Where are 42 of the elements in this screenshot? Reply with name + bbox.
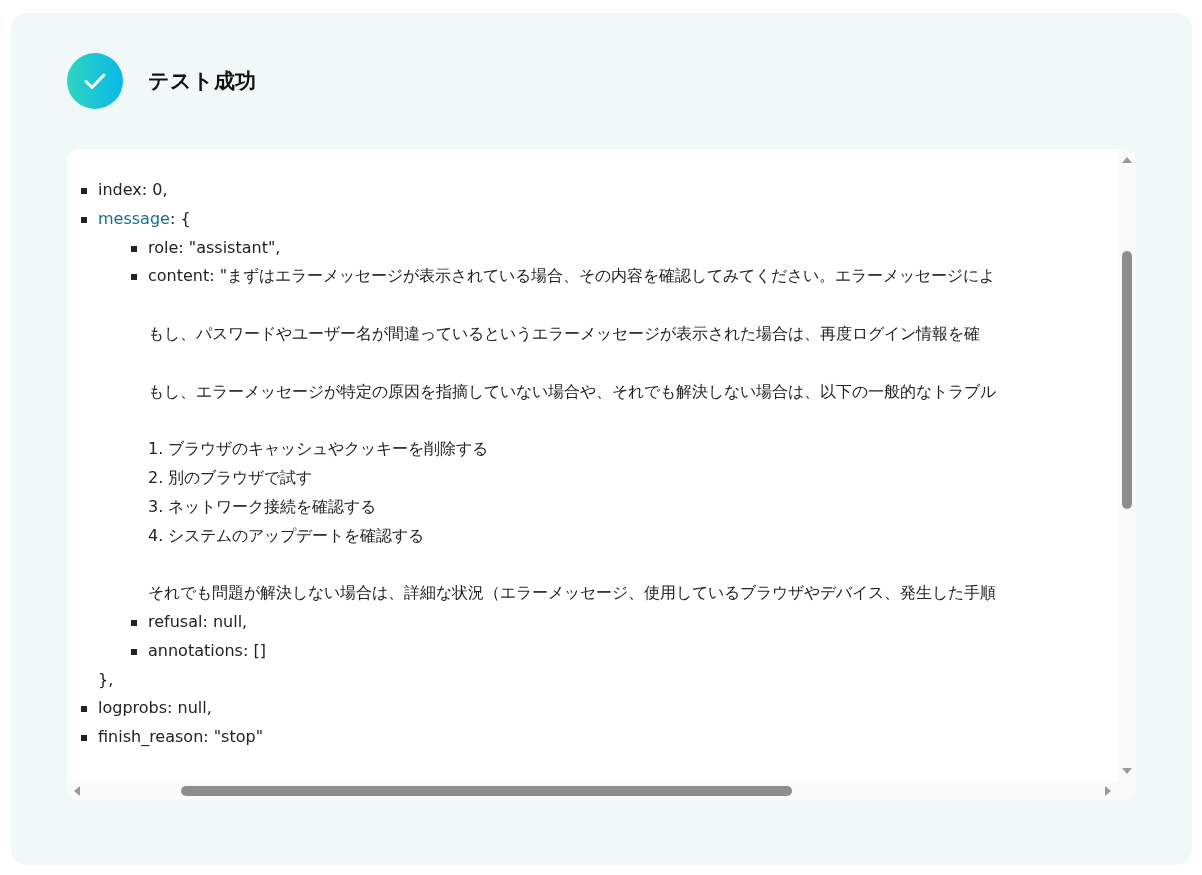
list-bullet	[131, 274, 137, 281]
json-key: logprobs	[98, 698, 168, 718]
success-check-icon	[67, 53, 123, 109]
content-text: もし、パスワードやユーザー名が間違っているというエラーメッセージが表示された場合は、再度ログイン情報を確	[148, 323, 980, 345]
json-value: : "stop"	[203, 727, 264, 747]
list-bullet	[131, 648, 137, 655]
scroll-down-icon[interactable]	[1121, 767, 1133, 775]
content-text: それでも問題が解決しない場合は、詳細な状況（エラーメッセージ、使用しているブラウザやデバイス、発生した手順	[148, 582, 996, 605]
content-text: 3. ネットワーク接続を確認する	[148, 495, 377, 518]
json-key: annotations	[148, 640, 243, 660]
content-text: 1. ブラウザのキャッシュやクッキーを削除する	[148, 438, 489, 461]
json-value: : "assistant",	[178, 237, 281, 257]
json-key: role	[148, 237, 179, 257]
json-value: : 0,	[141, 180, 168, 199]
content-text: もし、エラーメッセージが特定の原因を指摘していない場合や、それでも解決しない場合は、以下の一般的なトラブル	[148, 380, 996, 403]
list-bullet	[131, 619, 137, 626]
json-value: : []	[242, 640, 266, 660]
json-key: message	[98, 208, 170, 228]
json-value: : "まずはエラーメッセージが表示されている場合、その内容を確認してみてください。エラーメッセージによ	[209, 266, 996, 286]
json-value: : null,	[202, 611, 248, 631]
status-title: テスト成功	[148, 68, 256, 95]
json-key: index	[98, 180, 142, 199]
json-key: content	[148, 266, 210, 286]
json-value: : null,	[167, 698, 212, 718]
json-key: refusal	[148, 611, 203, 631]
horizontal-scrollbar[interactable]	[67, 782, 1118, 800]
list-bullet	[81, 188, 87, 194]
vertical-scrollbar[interactable]	[1118, 149, 1136, 782]
list-bullet	[81, 216, 87, 223]
json-key: finish_reason	[98, 727, 204, 747]
list-bullet	[81, 735, 87, 742]
list-bullet	[81, 706, 87, 713]
list-bullet	[131, 245, 137, 252]
json-value: : {	[169, 208, 191, 228]
scroll-right-icon[interactable]	[1104, 785, 1112, 797]
content-text: 4. システムのアップデートを確認する	[148, 524, 425, 547]
scrollbar-thumb[interactable]	[181, 786, 792, 796]
closing-brace: },	[97, 668, 114, 691]
scroll-left-icon[interactable]	[73, 785, 81, 797]
scroll-up-icon[interactable]	[1121, 156, 1133, 164]
content-text: 2. 別のブラウザで試す	[148, 466, 313, 489]
scrollbar-thumb[interactable]	[1122, 251, 1132, 509]
